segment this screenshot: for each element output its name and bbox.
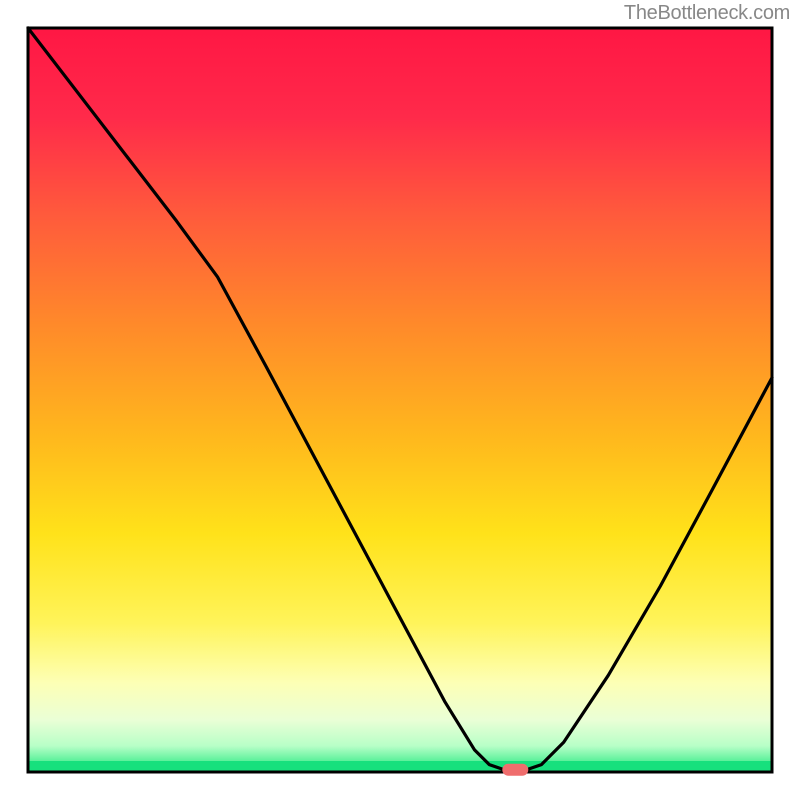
chart-container: TheBottleneck.com [0, 0, 800, 800]
attribution-text: TheBottleneck.com [624, 2, 790, 25]
chart-svg [0, 0, 800, 800]
optimal-marker [502, 764, 528, 776]
baseline-strip [28, 761, 772, 772]
plot-area [28, 28, 772, 772]
